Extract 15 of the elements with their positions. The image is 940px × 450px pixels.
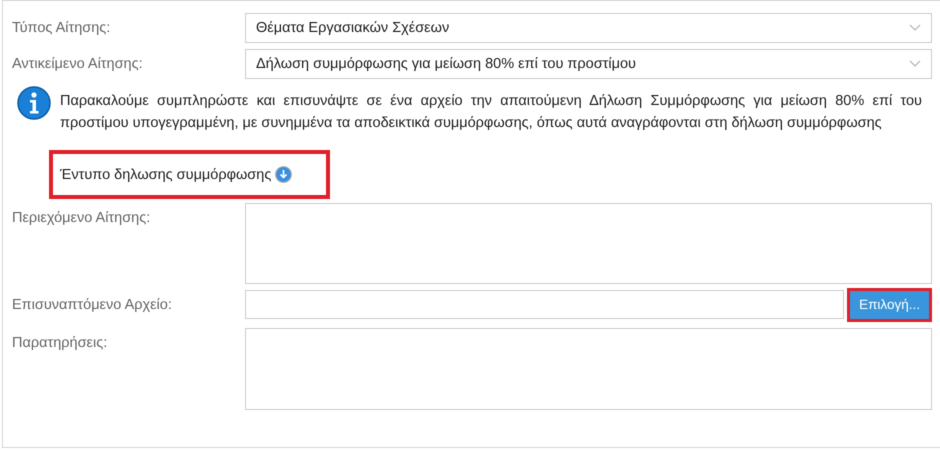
field-label: Αντικείμενο Αίτησης: — [12, 55, 144, 72]
field-label: Παρατηρήσεις: — [12, 334, 108, 351]
dropdown[interactable]: Θέματα Εργασιακών Σχέσεων — [245, 13, 932, 43]
field-label: Τύπος Αίτησης: — [12, 19, 112, 36]
chevron-down-icon — [909, 60, 921, 68]
text-area[interactable] — [245, 203, 932, 284]
info-message: Παρακαλούμε συμπληρώστε και επισυνάψτε σε ένα αρχείο την απαιτούμενη Δήλωση Συμμόρφωσης για μείωση 80% επί του προστίμου υπογεγραμμένη, με συνημμένα τα αποδεικτικά συμμόρφωσης, όπως αυτά αναγράφονται στη δήλωση συμμόρφωσης — [60, 92, 922, 133]
text-area[interactable] — [245, 328, 932, 410]
info-icon — [17, 86, 51, 120]
download-icon[interactable] — [275, 166, 292, 183]
dropdown[interactable]: Δήλωση συμμόρφωσης για μείωση 80% επί του προστίμου — [245, 49, 932, 79]
field-label: Επισυναπτόμενο Αρχείο: — [12, 296, 173, 313]
chevron-down-icon — [909, 24, 921, 32]
file-name-field[interactable] — [245, 290, 844, 319]
field-label: Περιεχόμενο Αίτησης: — [12, 209, 152, 226]
